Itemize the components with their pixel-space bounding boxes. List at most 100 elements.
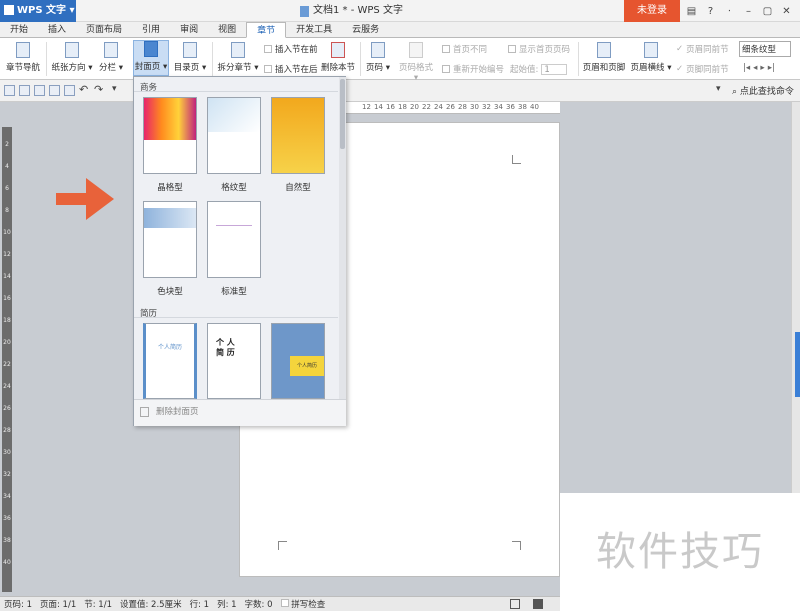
command-search[interactable]: ⌕ 点此查找命令 <box>732 84 794 97</box>
cover-page-dropdown: 商务 晶格型 格纹型 自然型 色块型 标准型 简历 个人简历 个 人 简 历 个… <box>133 76 346 426</box>
ruler-mark: 40 <box>3 559 11 566</box>
split-section-button[interactable]: 拆分章节 ▾ <box>216 42 260 76</box>
print-icon[interactable] <box>49 85 60 96</box>
ruler-mark: 24 <box>3 383 11 390</box>
cover-thumb-standard[interactable] <box>207 201 261 278</box>
fullscreen-icon[interactable] <box>510 599 520 609</box>
delete-cover-button[interactable]: 删除封面页 <box>134 399 346 426</box>
resume-thumb-3[interactable]: 个人简历 <box>271 323 325 399</box>
style-select[interactable]: 细条纹型 <box>739 41 791 57</box>
check-icon: ✓ <box>676 44 684 54</box>
collapse-ribbon-icon[interactable]: ▾ <box>716 84 721 94</box>
status-column: 列: 1 <box>217 600 237 610</box>
page-number-format-button[interactable]: 页码格式 ▾ <box>396 42 436 83</box>
dropdown-scroll-thumb[interactable] <box>340 79 345 149</box>
status-pages: 页面: 1/1 <box>39 600 77 610</box>
ruler-mark: 6 <box>5 185 9 192</box>
ruler-mark: 16 <box>386 103 395 111</box>
scroll-thumb[interactable] <box>795 332 800 397</box>
skin-icon[interactable]: ▤ <box>682 6 701 17</box>
page-number-icon <box>371 42 385 58</box>
ruler-mark: 30 <box>470 103 479 111</box>
ruler-mark: 4 <box>5 163 9 170</box>
same-as-previous-header-checkbox[interactable]: ✓ 页眉同前节 <box>676 43 729 55</box>
ruler-mark: 20 <box>3 339 11 346</box>
section-nav-button[interactable]: 章节导航 <box>4 42 42 76</box>
ruler-mark: 16 <box>3 295 11 302</box>
resume-thumb-2[interactable]: 个 人 简 历 <box>207 323 261 399</box>
ruler-mark: 18 <box>3 317 11 324</box>
tab-4[interactable]: 审阅 <box>170 22 208 38</box>
app-menu-button[interactable]: WPS 文字 ▾ <box>0 0 76 22</box>
tab-6[interactable]: 章节 <box>246 22 287 38</box>
ribbon: 章节导航 纸张方向 ▾ 分栏 ▾ 封面页 ▾ 目录页 ▾ 拆分章节 ▾ 插入节在… <box>0 38 800 83</box>
tab-1[interactable]: 插入 <box>38 22 76 38</box>
undo-icon[interactable]: ↶ <box>79 83 88 96</box>
more-icon[interactable]: ⋅ <box>720 6 739 17</box>
ruler-mark: 36 <box>506 103 515 111</box>
cover-thumb-plaid[interactable] <box>207 97 261 174</box>
cover-thumb-lattice[interactable] <box>143 97 197 174</box>
help-button[interactable]: ? <box>701 6 720 17</box>
cover-label: 色块型 <box>157 287 183 297</box>
same-as-previous-footer-checkbox[interactable]: ✓ 页脚同前节 <box>676 63 729 75</box>
ruler-mark: 38 <box>3 537 11 544</box>
tab-3[interactable]: 引用 <box>132 22 170 38</box>
watermark: 软件技巧 <box>560 493 800 611</box>
close-button[interactable]: ✕ <box>777 6 796 17</box>
cover-thumb-color-block[interactable] <box>143 201 197 278</box>
insert-section-before-button[interactable]: 插入节在前 <box>264 43 318 55</box>
toc-page-button[interactable]: 目录页 ▾ <box>172 42 208 76</box>
restart-numbering-checkbox[interactable]: 重新开始编号 <box>442 63 504 75</box>
margin-corner <box>512 155 521 164</box>
header-line-button[interactable]: 页眉横线 ▾ <box>630 42 672 76</box>
split-section-icon <box>231 42 245 58</box>
cover-page-icon <box>144 41 158 57</box>
show-first-page-number-checkbox[interactable]: 显示首页页码 <box>508 43 570 55</box>
customize-dropdown-icon[interactable]: ▾ <box>112 84 117 94</box>
tab-0[interactable]: 开始 <box>0 22 38 38</box>
horizontal-ruler: 12 14 16 18 20 22 24 26 28 30 32 34 36 38 40 <box>340 102 560 114</box>
first-page-different-checkbox[interactable]: 首页不同 <box>442 43 487 55</box>
wps-logo-icon <box>4 5 14 15</box>
resume-thumb-1[interactable]: 个人简历 <box>143 323 197 399</box>
columns-button[interactable]: 分栏 ▾ <box>96 42 126 76</box>
status-words[interactable]: 字数: 0 <box>245 598 273 610</box>
redo-icon[interactable]: ↷ <box>94 83 103 96</box>
tab-7[interactable]: 开发工具 <box>286 22 342 38</box>
ruler-mark: 40 <box>530 103 539 111</box>
export-pdf-icon[interactable] <box>34 85 45 96</box>
tab-8[interactable]: 云服务 <box>342 22 389 38</box>
start-value-label: 起始值: 1 <box>510 63 568 75</box>
spell-check[interactable]: 拼写检查 <box>280 598 325 610</box>
ruler-mark: 20 <box>410 103 419 111</box>
ruler-mark: 10 <box>3 229 11 236</box>
delete-cover-icon <box>140 407 149 417</box>
section-nav-arrows[interactable]: |◂ ◂ ▸ ▸| <box>743 63 775 73</box>
ruler-mark: 32 <box>482 103 491 111</box>
title-bar: WPS 文字 ▾ 文档1 * - WPS 文字 未登录 ▤ ? ⋅ – ▢ ✕ <box>0 0 800 22</box>
start-value-input[interactable]: 1 <box>541 63 568 75</box>
page-view-icon[interactable] <box>533 599 543 609</box>
ruler-mark: 12 <box>362 103 371 111</box>
tab-2[interactable]: 页面布局 <box>76 22 132 38</box>
orientation-button[interactable]: 纸张方向 ▾ <box>50 42 94 76</box>
page-number-button[interactable]: 页码 ▾ <box>364 42 392 76</box>
insert-after-icon <box>264 65 272 73</box>
delete-section-button[interactable]: 删除本节 <box>320 42 356 76</box>
header-line-icon <box>644 42 658 58</box>
print-preview-icon[interactable] <box>64 85 75 96</box>
cover-page-button[interactable]: 封面页 ▾ <box>133 40 169 76</box>
login-button[interactable]: 未登录 <box>624 0 680 22</box>
insert-section-after-button[interactable]: 插入节在后 <box>264 63 318 75</box>
cover-label: 标准型 <box>221 287 247 297</box>
minimize-button[interactable]: – <box>739 6 758 17</box>
save-icon[interactable] <box>19 85 30 96</box>
ruler-mark: 22 <box>3 361 11 368</box>
cover-thumb-nature[interactable] <box>271 97 325 174</box>
open-icon[interactable] <box>4 85 15 96</box>
tab-5[interactable]: 视图 <box>208 22 246 38</box>
header-footer-button[interactable]: 页眉和页脚 <box>582 42 626 76</box>
ruler-mark: 34 <box>3 493 11 500</box>
maximize-button[interactable]: ▢ <box>758 6 777 17</box>
